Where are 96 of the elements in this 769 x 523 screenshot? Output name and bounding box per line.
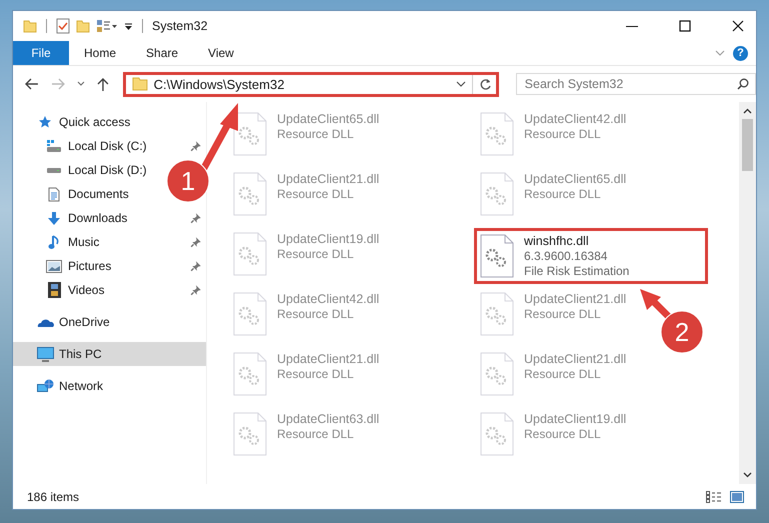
file-name: winshfhc.dll — [524, 234, 590, 248]
details-view-icon[interactable] — [706, 490, 722, 502]
maximize-icon[interactable] — [679, 20, 691, 32]
dll-file-icon — [480, 292, 514, 336]
dll-file-icon — [480, 112, 514, 156]
scroll-down-icon[interactable] — [743, 472, 752, 478]
scroll-up-icon[interactable] — [743, 108, 752, 114]
scrollbar-thumb[interactable] — [742, 119, 753, 171]
up-icon[interactable] — [96, 77, 109, 91]
dll-file-icon — [480, 412, 514, 456]
pin-icon[interactable] — [190, 260, 202, 272]
pin-icon[interactable] — [190, 212, 202, 224]
file-name: UpdateClient42.dll — [277, 292, 380, 306]
help-button[interactable]: ? — [733, 46, 748, 60]
file-name: UpdateClient42.dll — [524, 112, 626, 126]
nav-item[interactable]: Music — [13, 230, 206, 254]
file-detail: Resource DLL — [277, 367, 355, 381]
nav-item[interactable]: Local Disk (D:) — [13, 158, 153, 182]
close-icon[interactable] — [732, 20, 744, 32]
nav-item[interactable]: Documents — [13, 182, 135, 206]
file-menu-tab[interactable]: File — [13, 41, 69, 65]
dll-file-icon — [480, 172, 514, 216]
dll-file-icon — [233, 232, 267, 276]
file-name: UpdateClient21.dll — [277, 172, 380, 186]
refresh-icon[interactable] — [478, 78, 492, 90]
file-name: UpdateClient21.dll — [524, 352, 626, 366]
window-title: System32 — [152, 19, 208, 33]
recent-locations-icon[interactable] — [76, 81, 85, 87]
file-name: UpdateClient63.dll — [277, 412, 380, 426]
layout-dropdown-icon[interactable] — [96, 19, 118, 33]
address-path: C:\Windows\System32 — [154, 76, 284, 92]
file-detail: 6.3.9600.16384 — [524, 249, 608, 263]
file-detail: Resource DLL — [277, 307, 355, 321]
document-icon — [48, 186, 60, 202]
download-icon — [47, 210, 61, 226]
pin-icon[interactable] — [190, 284, 202, 296]
step-badge: 2 — [660, 310, 704, 354]
item-count: 186 items — [27, 490, 80, 504]
file-detail: Resource DLL — [524, 127, 602, 141]
dll-file-icon — [233, 412, 267, 456]
dll-file-icon — [233, 352, 267, 396]
folder-icon — [132, 77, 148, 91]
nav-item[interactable]: Downloads — [13, 206, 206, 230]
dll-file-icon — [233, 172, 267, 216]
cloud-icon — [36, 316, 54, 328]
nav-item[interactable]: Network — [13, 374, 110, 398]
nav-item[interactable]: Local Disk (C:) — [13, 134, 206, 158]
file-detail: Resource DLL — [277, 187, 355, 201]
large-icons-view-icon[interactable] — [730, 490, 744, 502]
file-name: UpdateClient21.dll — [524, 292, 626, 306]
search-field[interactable]: Search System32 — [516, 73, 756, 95]
ribbon-tab[interactable]: View — [193, 41, 249, 65]
dll-file-icon — [233, 292, 267, 336]
ribbon-tab[interactable]: Share — [131, 41, 194, 65]
file-detail: Resource DLL — [277, 127, 355, 141]
file-name: UpdateClient21.dll — [277, 352, 380, 366]
drive-icon — [46, 166, 62, 174]
nav-item[interactable]: Videos — [13, 278, 206, 302]
dll-file-icon — [480, 352, 514, 396]
file-detail: Resource DLL — [524, 367, 602, 381]
address-bar[interactable]: C:\Windows\System32 — [122, 72, 499, 96]
music-note-icon — [48, 234, 60, 250]
back-icon[interactable] — [25, 78, 39, 90]
file-detail: Resource DLL — [524, 307, 602, 321]
search-icon[interactable] — [737, 78, 749, 90]
file-detail: Resource DLL — [277, 427, 355, 441]
nav-item[interactable]: OneDrive — [13, 310, 116, 334]
arrow — [200, 103, 238, 172]
expand-ribbon-icon[interactable] — [715, 50, 725, 56]
step-badge: 1 — [166, 160, 210, 202]
star-icon — [38, 115, 52, 129]
dll-file-icon — [233, 112, 267, 156]
drive-icon — [46, 139, 62, 153]
nav-item[interactable]: Quick access — [13, 110, 136, 134]
dll-file-icon — [480, 234, 514, 278]
pin-icon[interactable] — [190, 140, 202, 152]
file-name: UpdateClient19.dll — [277, 232, 380, 246]
properties-icon[interactable] — [56, 18, 70, 34]
pin-icon[interactable] — [190, 236, 202, 248]
file-detail: Resource DLL — [277, 247, 355, 261]
file-detail: Resource DLL — [524, 427, 602, 441]
monitor-icon — [36, 346, 54, 362]
network-icon — [36, 378, 54, 394]
film-icon — [48, 282, 60, 298]
nav-item[interactable]: Pictures — [13, 254, 206, 278]
file-item[interactable]: winshfhc.dll 6.3.9600.16384 File Risk Estimation — [474, 228, 708, 284]
dropdown-icon[interactable] — [456, 81, 466, 87]
customize-dropdown-icon[interactable] — [124, 21, 133, 31]
pictures-icon — [46, 260, 62, 272]
file-name: UpdateClient19.dll — [524, 412, 626, 426]
ribbon-tab[interactable]: Home — [69, 41, 132, 65]
nav-item[interactable]: This PC — [13, 342, 206, 366]
file-name: UpdateClient65.dll — [524, 172, 626, 186]
file-detail: Resource DLL — [524, 187, 602, 201]
file-detail: File Risk Estimation — [524, 264, 630, 278]
file-name: UpdateClient65.dll — [277, 112, 380, 126]
